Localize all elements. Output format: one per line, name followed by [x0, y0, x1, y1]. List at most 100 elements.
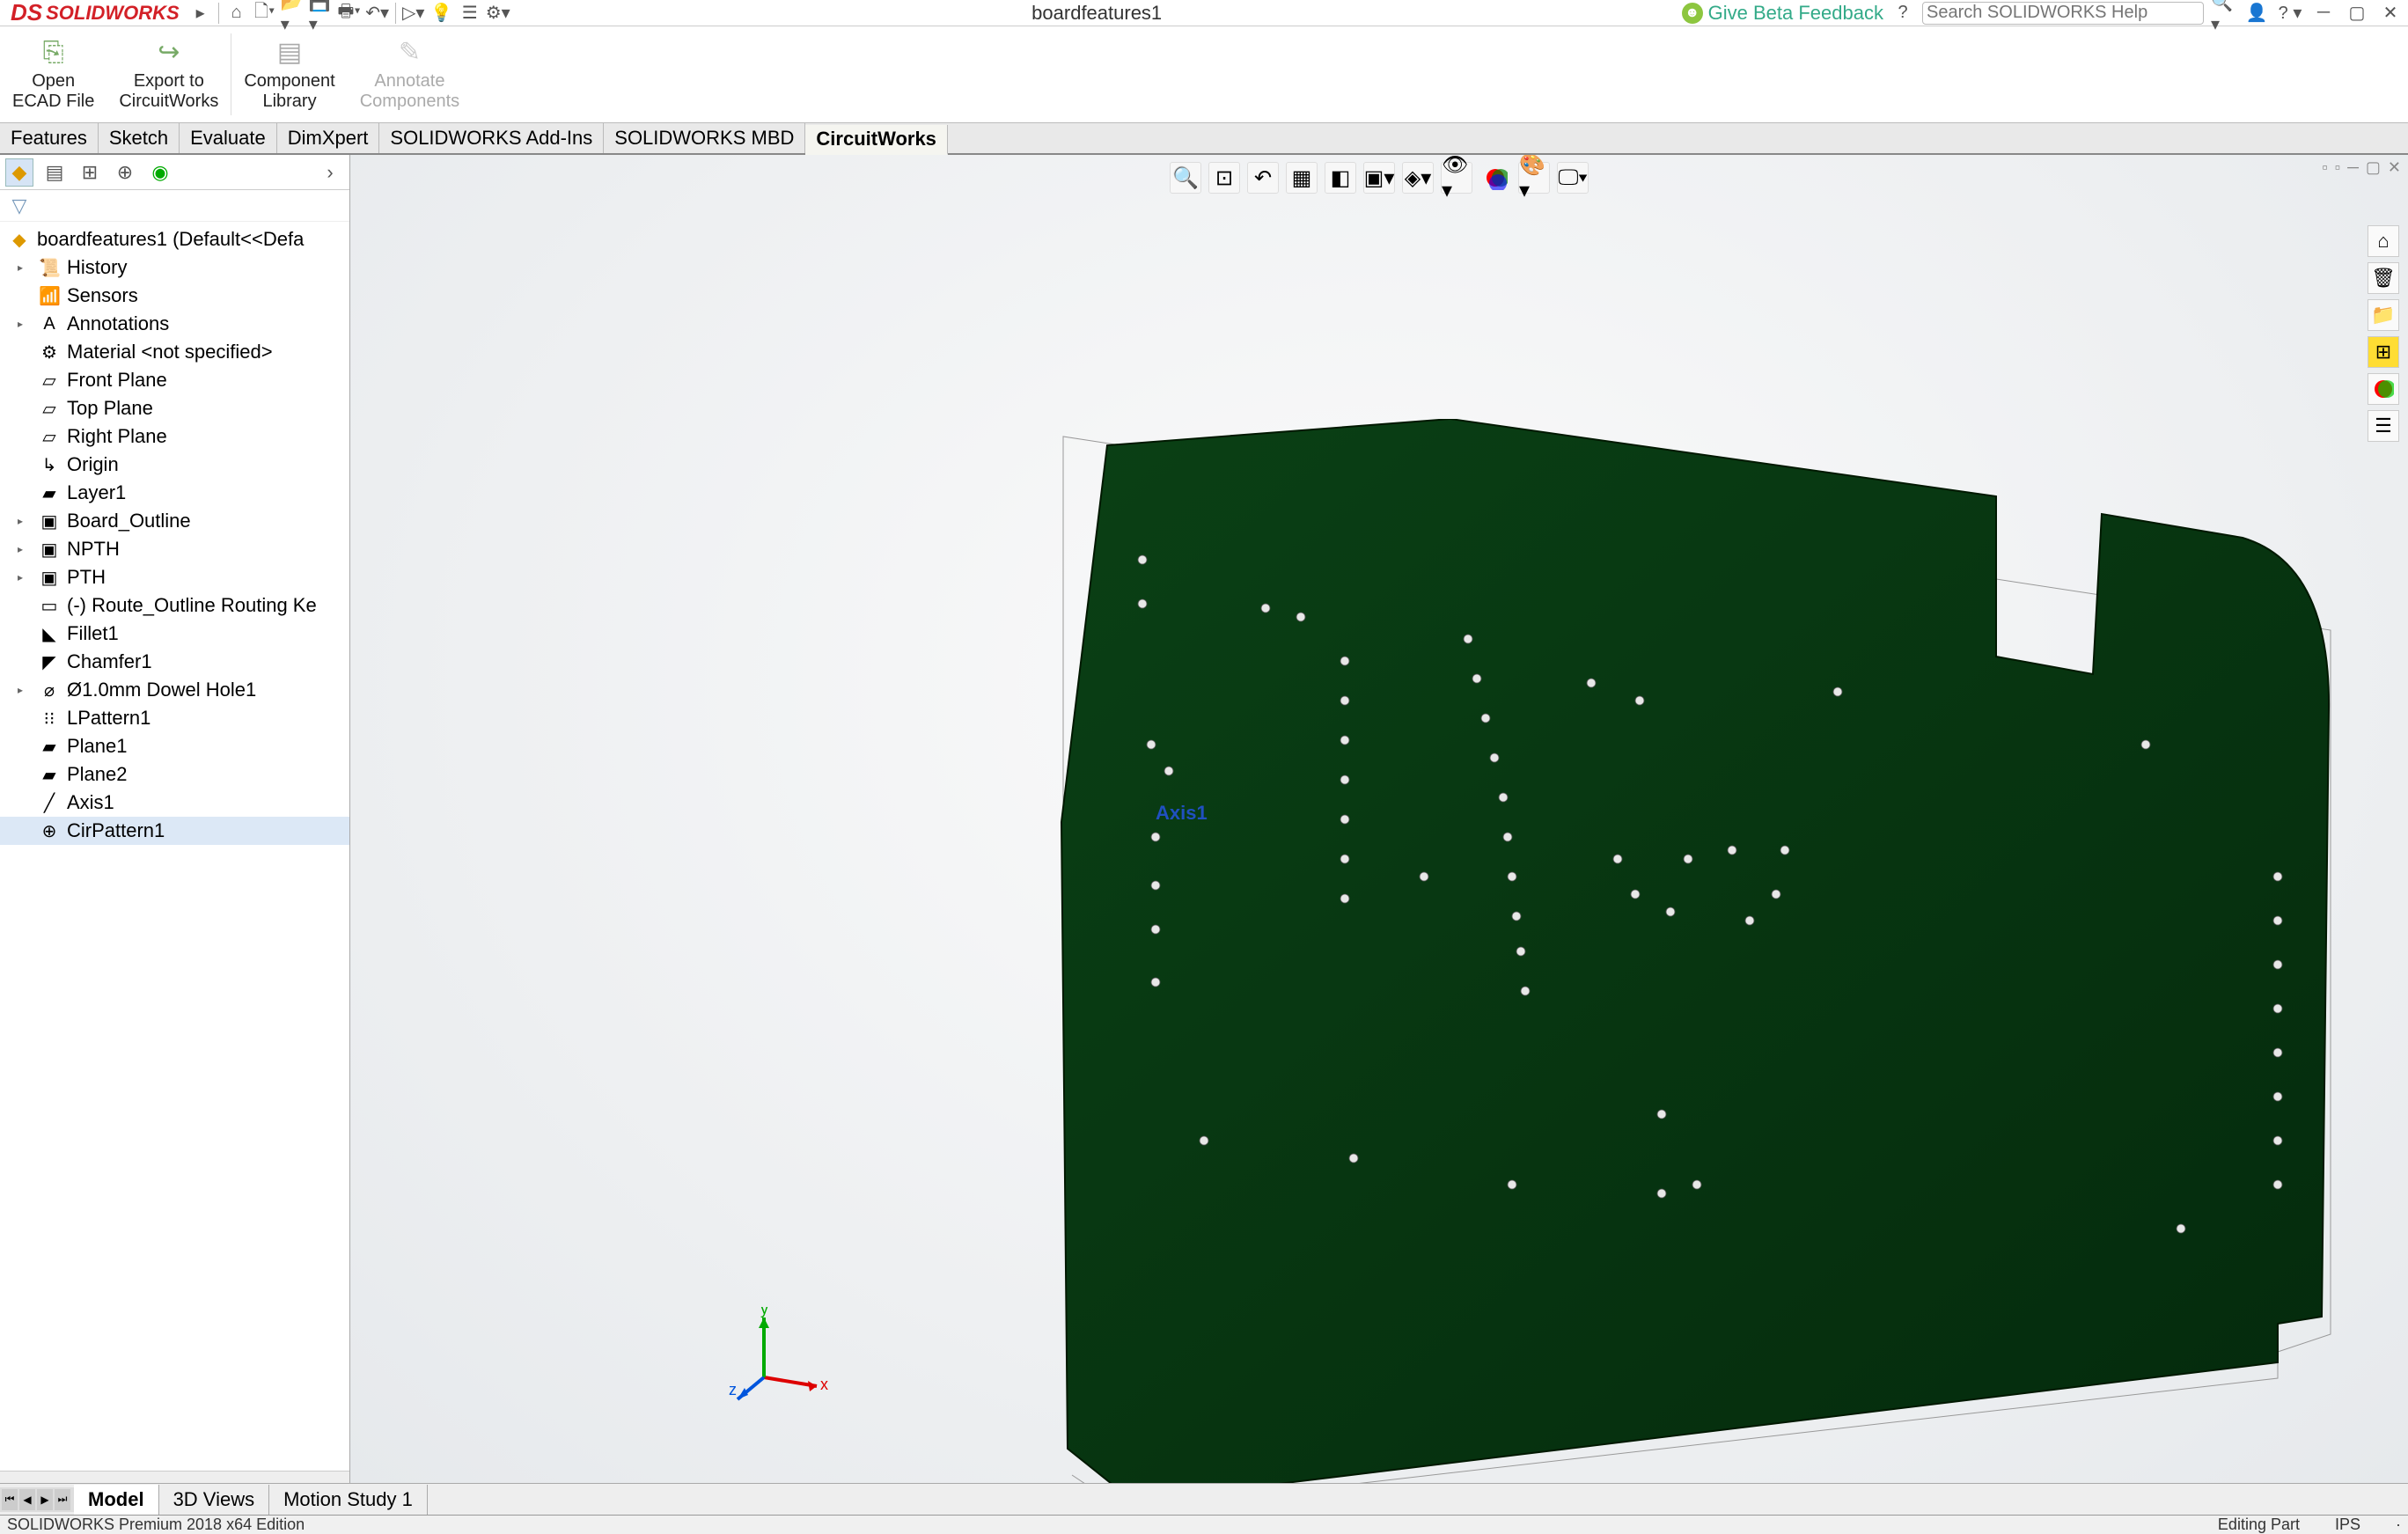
- new-file-icon[interactable]: 🗋▾: [253, 1, 277, 26]
- tab-prev-icon[interactable]: ◀: [19, 1489, 35, 1510]
- search-dropdown-icon[interactable]: 🔍▾: [2211, 1, 2235, 26]
- zoom-area-icon[interactable]: ⊡: [1208, 162, 1240, 194]
- bottom-tab-model[interactable]: Model: [74, 1485, 159, 1515]
- cmd-tab-sketch[interactable]: Sketch: [99, 123, 180, 153]
- view-triad[interactable]: x y z: [729, 1307, 834, 1413]
- bottom-tab-3d-views[interactable]: 3D Views: [159, 1485, 270, 1515]
- tree-item-route-outline[interactable]: ▭(-) Route_Outline Routing Ke: [0, 591, 349, 620]
- tree-item-lpattern1[interactable]: ⁝⁝LPattern1: [0, 704, 349, 732]
- tree-item-fillet1[interactable]: ◣Fillet1: [0, 620, 349, 648]
- settings-icon[interactable]: ⚙▾: [486, 1, 510, 26]
- select-icon[interactable]: ▷▾: [401, 1, 426, 26]
- cmd-tab-solidworks-add-ins[interactable]: SOLIDWORKS Add-Ins: [379, 123, 604, 153]
- status-custom-icon[interactable]: ·: [2396, 1516, 2401, 1534]
- render-icon[interactable]: 🖵▾: [1557, 162, 1589, 194]
- help-search[interactable]: [1922, 2, 2204, 25]
- expand-icon[interactable]: ▸: [18, 515, 32, 527]
- vp-close-icon[interactable]: ✕: [2388, 158, 2401, 177]
- cirpattern1-label: CirPattern1: [67, 819, 165, 842]
- tree-item-npth[interactable]: ▸▣NPTH: [0, 535, 349, 563]
- previous-view-icon[interactable]: ↶: [1247, 162, 1279, 194]
- tree-item-material[interactable]: ⚙Material <not specified>: [0, 338, 349, 366]
- graphics-viewport[interactable]: 🔍 ⊡ ↶ ▦ ◧ ▣▾ ◈▾ 👁▾ 🎨▾ 🖵▾ ▫ ▫ ─ ▢ ✕ ⌂ 🗑 📁…: [350, 155, 2408, 1483]
- property-manager-tab-icon[interactable]: ▤: [40, 158, 69, 187]
- tree-item-pth[interactable]: ▸▣PTH: [0, 563, 349, 591]
- tp-home-icon[interactable]: ⌂: [2368, 225, 2399, 257]
- tp-file-explorer-icon[interactable]: ⊞: [2368, 336, 2399, 368]
- tree-item-dowel-hole[interactable]: ▸⌀Ø1.0mm Dowel Hole1: [0, 676, 349, 704]
- cmd-tab-dimxpert[interactable]: DimXpert: [277, 123, 380, 153]
- configuration-tab-icon[interactable]: ⊞: [76, 158, 104, 187]
- vp-split-icon[interactable]: ▫: [2322, 158, 2327, 177]
- expand-icon[interactable]: ▸: [18, 571, 32, 584]
- cmd-tab-circuitworks[interactable]: CircuitWorks: [805, 125, 948, 155]
- expand-menu-icon[interactable]: ▸: [188, 1, 213, 26]
- tp-view-palette-icon[interactable]: [2368, 373, 2399, 405]
- panel-hscroll[interactable]: [0, 1471, 349, 1483]
- cmd-tab-evaluate[interactable]: Evaluate: [180, 123, 277, 153]
- cmd-tab-features[interactable]: Features: [0, 123, 99, 153]
- restore-icon[interactable]: ▢: [2345, 1, 2369, 26]
- user-icon[interactable]: 👤: [2244, 1, 2269, 26]
- tab-next-icon[interactable]: ▶: [37, 1489, 53, 1510]
- component-library-button[interactable]: ▤ Component Library: [231, 26, 347, 122]
- tree-item-cirpattern1[interactable]: ⊕CirPattern1: [0, 817, 349, 845]
- expand-icon[interactable]: ▸: [18, 543, 32, 555]
- apply-scene-icon[interactable]: [1479, 162, 1511, 194]
- expand-icon[interactable]: ▸: [18, 261, 32, 274]
- export-circuitworks-button[interactable]: ↪ Export to CircuitWorks: [106, 26, 231, 122]
- print-icon[interactable]: 🖶▾: [337, 1, 362, 26]
- undo-icon[interactable]: ↶▾: [365, 1, 390, 26]
- tree-item-history-folder[interactable]: ▸📜History: [0, 253, 349, 282]
- edit-appearance-icon[interactable]: 👁▾: [1441, 162, 1472, 194]
- view-settings-icon[interactable]: 🎨▾: [1518, 162, 1550, 194]
- home-icon[interactable]: ⌂: [224, 1, 249, 26]
- tp-design-library-icon[interactable]: 📁: [2368, 299, 2399, 331]
- search-input[interactable]: [1927, 3, 2199, 23]
- expand-icon[interactable]: ▸: [18, 684, 32, 696]
- bottom-tab-motion-study-1[interactable]: Motion Study 1: [269, 1485, 428, 1515]
- expand-icon[interactable]: ▸: [18, 318, 32, 330]
- minimize-icon[interactable]: ─: [2311, 1, 2336, 26]
- svg-text:y: y: [760, 1307, 768, 1317]
- help-dropdown-icon[interactable]: ? ▾: [2278, 1, 2302, 26]
- display-style-icon[interactable]: ▣▾: [1363, 162, 1395, 194]
- vp-minimize-icon[interactable]: ─: [2347, 158, 2359, 177]
- open-file-icon[interactable]: 📂▾: [281, 1, 305, 26]
- beta-feedback-button[interactable]: ☻ Give Beta Feedback: [1682, 2, 1883, 25]
- hide-show-icon[interactable]: ◈▾: [1402, 162, 1434, 194]
- tree-item-layer1[interactable]: ▰Layer1: [0, 479, 349, 507]
- dimxpert-tab-icon[interactable]: ⊕: [111, 158, 139, 187]
- tree-item-board-outline[interactable]: ▸▣Board_Outline: [0, 507, 349, 535]
- rebuild-icon[interactable]: 💡: [429, 1, 454, 26]
- tree-item-sensors[interactable]: 📶Sensors: [0, 282, 349, 310]
- cmd-tab-solidworks-mbd[interactable]: SOLIDWORKS MBD: [604, 123, 805, 153]
- zoom-fit-icon[interactable]: 🔍: [1170, 162, 1201, 194]
- tree-item-origin[interactable]: ↳Origin: [0, 451, 349, 479]
- vp-maximize-icon[interactable]: ▢: [2366, 158, 2381, 177]
- vp-link-icon[interactable]: ▫: [2335, 158, 2340, 177]
- view-orientation-icon[interactable]: ◧: [1325, 162, 1356, 194]
- tree-item-top-plane[interactable]: ▱Top Plane: [0, 394, 349, 422]
- help-icon[interactable]: ?: [1890, 1, 1915, 26]
- tree-item-right-plane[interactable]: ▱Right Plane: [0, 422, 349, 451]
- tab-first-icon[interactable]: ⏮: [2, 1489, 18, 1510]
- tree-root[interactable]: ◆ boardfeatures1 (Default<<Defa: [0, 225, 349, 253]
- tree-item-axis1[interactable]: ╱Axis1: [0, 789, 349, 817]
- panel-expand-icon[interactable]: ›: [316, 158, 344, 187]
- feature-tree-tab-icon[interactable]: ◆: [5, 158, 33, 187]
- options-list-icon[interactable]: ☰: [458, 1, 482, 26]
- tree-item-plane1[interactable]: ▰Plane1: [0, 732, 349, 760]
- display-tab-icon[interactable]: ◉: [146, 158, 174, 187]
- close-icon[interactable]: ✕: [2378, 1, 2403, 26]
- save-icon[interactable]: 💾▾: [309, 1, 334, 26]
- open-ecad-button[interactable]: ⎘ Open ECAD File: [0, 26, 106, 122]
- filter-icon[interactable]: ▽: [5, 192, 33, 220]
- tree-item-front-plane[interactable]: ▱Front Plane: [0, 366, 349, 394]
- tree-item-annotations-folder[interactable]: ▸AAnnotations: [0, 310, 349, 338]
- tree-item-plane2[interactable]: ▰Plane2: [0, 760, 349, 789]
- section-view-icon[interactable]: ▦: [1286, 162, 1318, 194]
- tp-resources-icon[interactable]: 🗑: [2368, 262, 2399, 294]
- tab-last-icon[interactable]: ⏭: [55, 1489, 70, 1510]
- tree-item-chamfer1[interactable]: ◤Chamfer1: [0, 648, 349, 676]
